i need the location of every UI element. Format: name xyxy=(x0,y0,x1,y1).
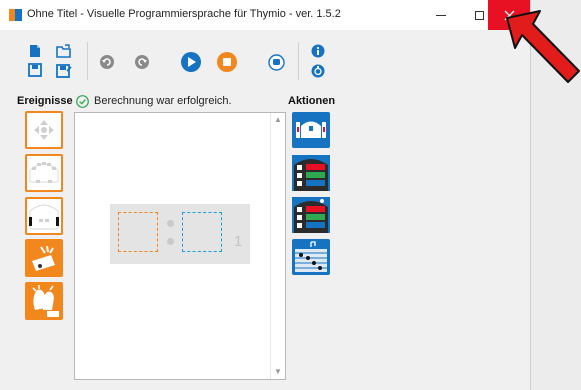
red-arrow-annotation xyxy=(506,10,580,83)
